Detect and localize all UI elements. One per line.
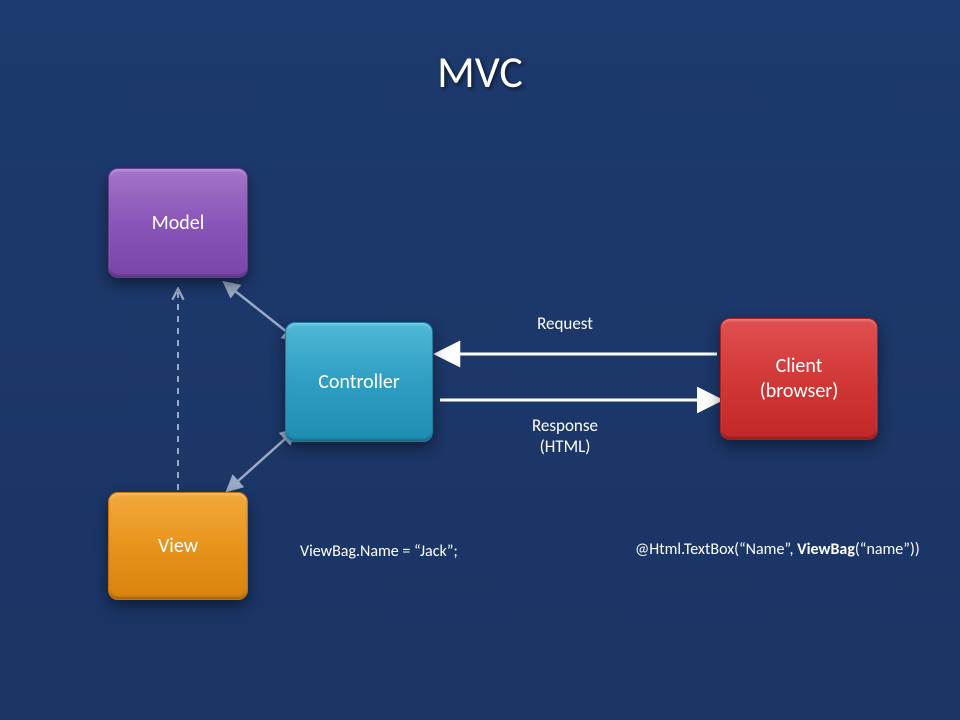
box-controller-label: Controller (318, 370, 400, 394)
code-snippet2-prefix: @Html.TextBox(“Name”, (635, 540, 797, 559)
box-view: View (108, 492, 248, 600)
arrow-view-controller (228, 430, 295, 490)
box-model-label: Model (152, 211, 205, 235)
box-view-label: View (158, 534, 198, 558)
slide-title: MVC (0, 45, 960, 99)
code-snippet-html-textbox: @Html.TextBox(“Name”, ViewBag(“name”)) (635, 540, 920, 559)
code-snippet-viewbag-assign: ViewBag.Name = “Jack”; (300, 542, 458, 561)
label-response-line1: Response (532, 415, 598, 436)
box-client-line1: Client (776, 354, 823, 378)
label-request: Request (500, 313, 630, 334)
box-client-line2: (browser) (760, 379, 839, 403)
code-snippet2-bold: ViewBag (797, 540, 855, 559)
label-response: Response (HTML) (500, 415, 630, 458)
box-model: Model (108, 168, 248, 278)
box-client: Client (browser) (720, 318, 878, 440)
label-response-line2: (HTML) (540, 436, 591, 457)
box-controller: Controller (285, 322, 433, 442)
code-snippet2-suffix: (“name”)) (855, 540, 920, 559)
